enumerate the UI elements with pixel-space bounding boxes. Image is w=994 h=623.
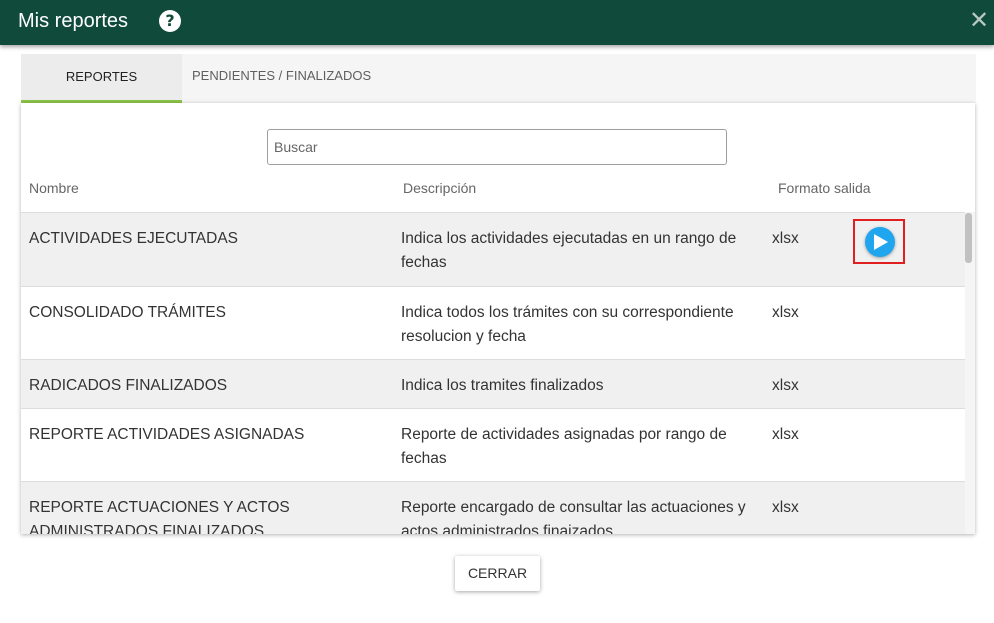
report-format: xlsx [772, 426, 799, 443]
run-report-button[interactable] [865, 227, 895, 257]
scrollbar-thumb[interactable] [965, 213, 972, 263]
report-description: Indica todos los trámites con su corresp… [401, 304, 734, 345]
tab-reportes[interactable]: REPORTES [21, 54, 182, 103]
report-description: Indica los tramites finalizados [401, 377, 604, 394]
report-format: xlsx [772, 377, 799, 394]
cerrar-button[interactable]: CERRAR [455, 556, 540, 591]
dialog-title: Mis reportes [18, 10, 129, 32]
play-icon [874, 234, 888, 250]
column-header-format: Formato salida [778, 180, 871, 196]
tab-bar: REPORTES PENDIENTES / FINALIZADOS [21, 54, 976, 103]
highlight-box [853, 219, 905, 264]
table-row[interactable]: RADICADOS FINALIZADOS Indica los tramite… [21, 359, 965, 408]
report-name: CONSOLIDADO TRÁMITES [29, 304, 226, 321]
report-format: xlsx [772, 230, 799, 247]
report-description: Reporte de actividades asignadas por ran… [401, 426, 727, 467]
table-row[interactable]: CONSOLIDADO TRÁMITES Indica todos los tr… [21, 286, 965, 359]
report-name: REPORTE ACTIVIDADES ASIGNADAS [29, 426, 305, 443]
report-description: Indica los actividades ejecutadas en un … [401, 230, 737, 271]
dialog-header: Mis reportes ? ✕ [0, 0, 994, 45]
report-format: xlsx [772, 499, 799, 516]
tab-pendientes-finalizados[interactable]: PENDIENTES / FINALIZADOS [192, 54, 402, 103]
report-format: xlsx [772, 304, 799, 321]
report-name: RADICADOS FINALIZADOS [29, 377, 228, 394]
table-row[interactable]: REPORTE ACTUACIONES Y ACTOS ADMINISTRADO… [21, 481, 965, 534]
column-header-description: Descripción [403, 180, 477, 196]
report-description: Reporte encargado de consultar las actua… [401, 499, 746, 534]
help-icon[interactable]: ? [159, 10, 181, 32]
report-name: ACTIVIDADES EJECUTADAS [29, 230, 239, 247]
column-header-name: Nombre [29, 180, 79, 196]
reports-panel: Nombre Descripción Formato salida ACTIVI… [21, 103, 975, 534]
report-name: REPORTE ACTUACIONES Y ACTOS ADMINISTRADO… [29, 499, 290, 534]
close-icon[interactable]: ✕ [968, 8, 990, 32]
table-row[interactable]: ACTIVIDADES EJECUTADAS Indica los activi… [21, 212, 965, 286]
search-input[interactable] [267, 129, 727, 165]
table-row[interactable]: REPORTE ACTIVIDADES ASIGNADAS Reporte de… [21, 408, 965, 481]
